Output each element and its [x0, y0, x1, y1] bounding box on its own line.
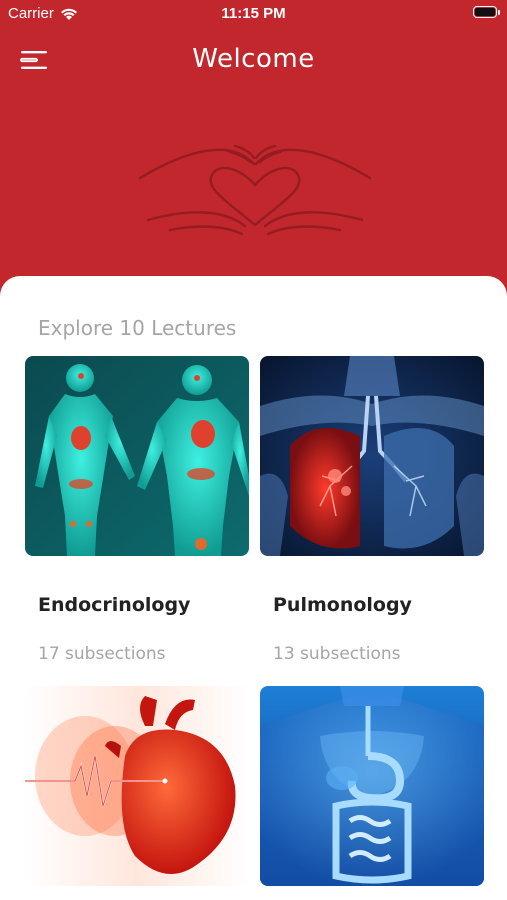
heart-hands-logo — [138, 144, 372, 236]
lecture-card-endocrinology[interactable]: Endocrinology 17 subsections — [25, 356, 249, 664]
endocrine-body-image — [25, 356, 249, 556]
heart-ecg-image — [25, 686, 249, 886]
digestive-system-image — [260, 686, 484, 886]
battery-icon — [473, 6, 500, 18]
nav-bar: Welcome — [0, 40, 507, 80]
lungs-image — [260, 356, 484, 556]
content-sheet: Explore 10 Lectures Endocrinology 17 sub… — [0, 276, 507, 900]
lecture-subsections: 17 subsections — [38, 644, 166, 664]
lecture-card-4[interactable] — [260, 686, 484, 886]
section-heading: Explore 10 Lectures — [38, 316, 237, 340]
lecture-title: Pulmonology — [273, 594, 412, 616]
lecture-subsections: 13 subsections — [273, 644, 401, 664]
lecture-card-pulmonology[interactable]: Pulmonology 13 subsections — [260, 356, 484, 664]
page-title: Welcome — [192, 44, 315, 74]
app-screen: Carrier 11:15 PM Welcome Explore 10 Lect… — [0, 0, 507, 900]
lecture-title: Endocrinology — [38, 594, 191, 616]
status-bar: Carrier 11:15 PM — [0, 0, 507, 30]
status-time: 11:15 PM — [221, 5, 286, 22]
lecture-card-3[interactable] — [25, 686, 249, 886]
